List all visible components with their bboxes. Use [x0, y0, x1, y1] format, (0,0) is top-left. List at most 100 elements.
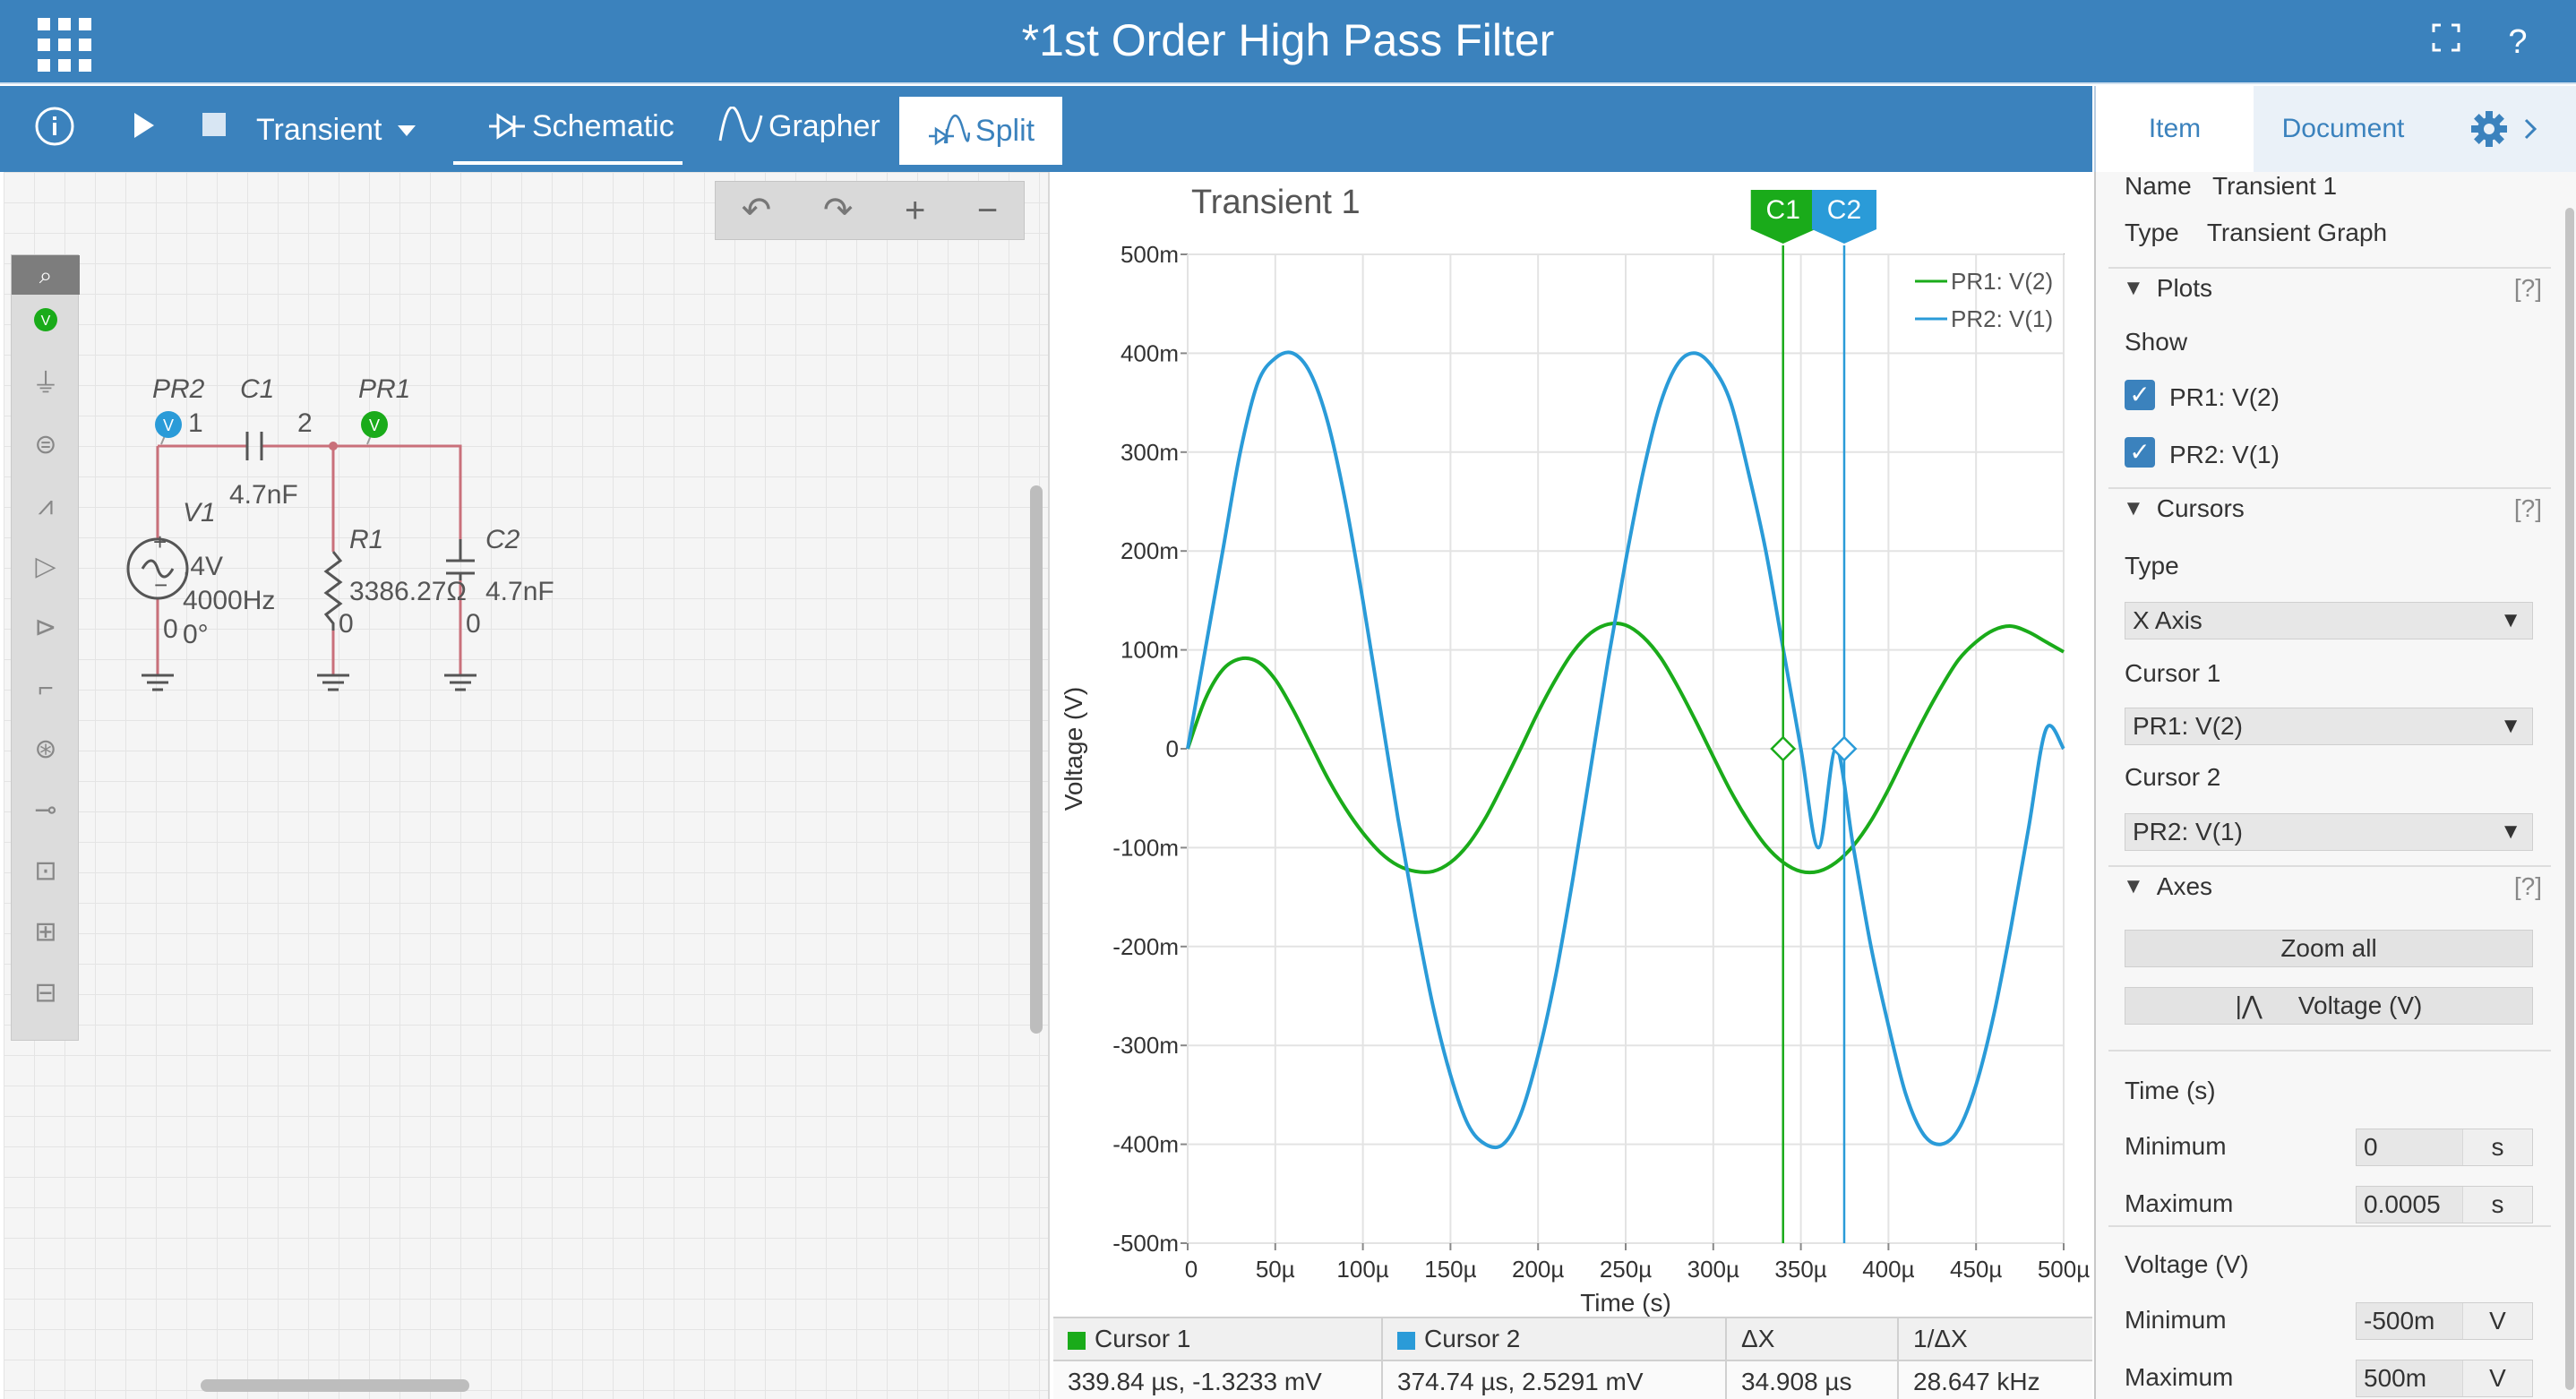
- voltage-max-label: Maximum: [2125, 1363, 2234, 1391]
- c2-ground-node: 0: [466, 609, 481, 639]
- y-tick-label: 200m: [1121, 537, 1179, 564]
- panel-tabs: Item Document: [2094, 86, 2576, 172]
- x-tick-label: 400µ: [1862, 1256, 1914, 1283]
- cursor-flag-label-1: C1: [1766, 195, 1800, 225]
- chevron-down-icon: ▼: [2500, 608, 2521, 632]
- time-min-field[interactable]: 0s: [2356, 1129, 2533, 1166]
- plot1-checkbox[interactable]: ✓: [2125, 380, 2155, 410]
- axes-heading: Axes: [2156, 872, 2213, 900]
- voltage-axis-button[interactable]: |⋀ Voltage (V): [2125, 987, 2533, 1025]
- analysis-select[interactable]: Transient: [256, 107, 426, 152]
- c2-value: 4.7nF: [485, 577, 554, 606]
- properties-panel: Name Transient 1 Type Transient Graph ▼ P…: [2094, 172, 2576, 1399]
- transient-chart[interactable]: 500m 400m 300m 200m 100m 0 -100m -200m -300m -400…: [1053, 172, 2092, 1317]
- help-button[interactable]: ?: [2495, 20, 2540, 64]
- v1-ground-node: 0: [163, 614, 178, 644]
- stop-icon[interactable]: [202, 113, 226, 136]
- v1-phase: 0°: [183, 620, 209, 649]
- tab-split-label: Split: [975, 113, 1035, 148]
- c2-label: C2: [485, 525, 520, 554]
- panel-scrollbar[interactable]: [2565, 208, 2574, 1390]
- chevron-down-icon: [398, 125, 416, 136]
- x-tick-label: 300µ: [1687, 1256, 1739, 1283]
- node2-label: 2: [297, 408, 313, 438]
- tab-schematic-label: Schematic: [532, 109, 674, 143]
- cursor1-select-value: PR1: V(2): [2133, 712, 2243, 740]
- divider: [2108, 1050, 2551, 1051]
- y-tick-label: 100m: [1121, 637, 1179, 664]
- circuit-diagram: V V + − PR2 C1 PR1 1 2 4.7nF V1 .4V 4000…: [126, 374, 554, 691]
- time-min-value: 0: [2364, 1133, 2378, 1161]
- app-window: *1st Order High Pass Filter ? Transient …: [0, 0, 2576, 1399]
- time-max-unit: s: [2462, 1187, 2532, 1223]
- plots-section-header[interactable]: ▼ Plots [?]: [2108, 267, 2551, 308]
- plot2-checkbox[interactable]: ✓: [2125, 437, 2155, 468]
- cursor2-select[interactable]: PR2: V(1) ▼: [2125, 813, 2533, 851]
- fullscreen-icon[interactable]: [2424, 20, 2469, 64]
- v1-label: V1: [183, 498, 216, 528]
- cursor2-value: 374.74 µs, 2.5291 mV: [1383, 1360, 1727, 1399]
- axes-section-header[interactable]: ▼ Axes [?]: [2108, 865, 2551, 906]
- name-label: Name: [2125, 172, 2192, 200]
- name-value: Transient 1: [2212, 172, 2338, 200]
- svg-text:+: +: [153, 528, 167, 555]
- collapse-icon: ▼: [2123, 874, 2144, 898]
- ground-symbol: [142, 674, 174, 691]
- y-tick-label: -200m: [1112, 933, 1179, 960]
- schematic-vertical-scrollbar[interactable]: [1030, 485, 1043, 1034]
- split-icon: [928, 114, 970, 146]
- collapse-icon: ▼: [2123, 276, 2144, 300]
- voltage-max-field[interactable]: 500m V: [2356, 1360, 2533, 1397]
- inv-deltax-value: 28.647 kHz: [1899, 1360, 2092, 1399]
- deltax-value: 34.908 µs: [1727, 1360, 1899, 1399]
- settings-tab[interactable]: [2433, 86, 2576, 172]
- collapse-icon: ▼: [2123, 496, 2144, 520]
- plots-help[interactable]: [?]: [2514, 274, 2542, 303]
- zoom-all-button[interactable]: Zoom all: [2125, 930, 2533, 967]
- x-tick-label: 100µ: [1336, 1256, 1388, 1283]
- v1-frequency: 4000Hz: [183, 586, 275, 615]
- c2-symbol: [446, 559, 475, 575]
- voltage-min-field[interactable]: -500m V: [2356, 1302, 2533, 1340]
- graph-panel: 500m 400m 300m 200m 100m 0 -100m -200m -300m -400…: [1053, 172, 2092, 1399]
- time-max-field[interactable]: 0.0005 s: [2356, 1186, 2533, 1223]
- gear-icon: [2471, 111, 2507, 147]
- c1-symbol: [245, 432, 263, 460]
- tab-underline: [453, 161, 683, 165]
- voltage-axis-label: Voltage (V): [2297, 991, 2423, 1019]
- time-min-label: Minimum: [2125, 1132, 2227, 1160]
- tab-schematic[interactable]: Schematic: [487, 104, 674, 149]
- tab-grapher-label: Grapher: [769, 109, 880, 143]
- document-title: *1st Order High Pass Filter: [1021, 15, 1555, 65]
- tab-split[interactable]: Split: [899, 97, 1062, 165]
- axes-help[interactable]: [?]: [2514, 872, 2542, 901]
- y-tick-label: 400m: [1121, 339, 1179, 366]
- y-tick-label: -500m: [1112, 1230, 1179, 1257]
- time-max-value: 0.0005: [2364, 1190, 2441, 1218]
- x-tick-label: 500µ: [2038, 1256, 2090, 1283]
- cursor1-swatch: [1068, 1331, 1086, 1350]
- voltage-min-value: -500m: [2364, 1307, 2435, 1335]
- y-tick-label: -300m: [1112, 1032, 1179, 1059]
- tab-grapher[interactable]: Grapher: [718, 104, 880, 149]
- chevron-down-icon: ▼: [2500, 714, 2521, 738]
- cursor2-select-value: PR2: V(1): [2133, 818, 2243, 845]
- cursors-help[interactable]: [?]: [2514, 494, 2542, 523]
- voltage-min-unit: V: [2462, 1303, 2532, 1339]
- schematic-horizontal-scrollbar[interactable]: [201, 1379, 469, 1392]
- name-row: Name Transient 1: [2125, 172, 2337, 201]
- wave-icon: [718, 107, 763, 143]
- cursors-section-header[interactable]: ▼ Cursors [?]: [2108, 487, 2551, 528]
- divider: [2108, 1225, 2551, 1227]
- diode-icon: [489, 113, 525, 140]
- tab-document[interactable]: Document: [2254, 86, 2433, 172]
- info-icon[interactable]: [34, 106, 75, 147]
- cursor-type-select[interactable]: X Axis ▼: [2125, 602, 2533, 639]
- run-icon[interactable]: [131, 107, 158, 143]
- plot1-label: PR1: V(2): [2169, 383, 2280, 411]
- tab-item[interactable]: Item: [2094, 86, 2254, 172]
- pr1-label: PR1: [358, 374, 410, 404]
- schematic-canvas[interactable]: ↶ ↷ + − ⌕ V ⏚ ⊜ ⩘ ▷ ⊳ ⌐ ⊛ ⊸ ⊡ ⊞ ⊟ V V + …: [4, 172, 1050, 1399]
- cursor1-header: Cursor 1: [1095, 1325, 1191, 1352]
- cursor1-select[interactable]: PR1: V(2) ▼: [2125, 708, 2533, 745]
